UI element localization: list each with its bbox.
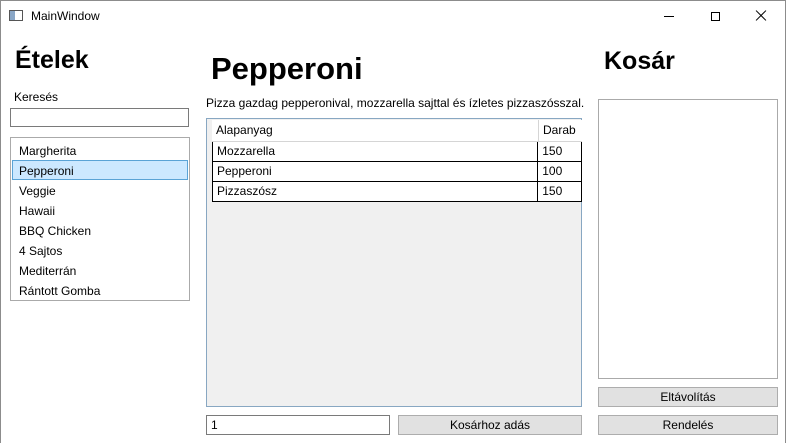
search-label: Keresés bbox=[14, 90, 59, 104]
ingredient-cell[interactable]: Mozzarella bbox=[213, 142, 539, 161]
table-row[interactable]: Pizzaszósz 150 bbox=[213, 182, 581, 202]
app-window-icon bbox=[9, 10, 23, 21]
title-bar[interactable]: MainWindow bbox=[1, 1, 785, 31]
food-list-item-selected[interactable]: Pepperoni bbox=[12, 160, 188, 180]
food-list-item[interactable]: Rántott Gomba bbox=[12, 280, 188, 300]
minimize-button[interactable] bbox=[646, 1, 692, 31]
count-cell[interactable]: 100 bbox=[538, 162, 581, 181]
ingredients-grid[interactable]: Alapanyag Darab Mozzarella 150 Pepperoni… bbox=[206, 118, 582, 407]
search-input[interactable] bbox=[10, 108, 189, 127]
minimize-icon bbox=[664, 15, 674, 17]
column-header-ingredient[interactable]: Alapanyag bbox=[212, 120, 539, 141]
foods-heading: Ételek bbox=[15, 46, 89, 74]
main-window: MainWindow Ételek Keresés Margherita Pep… bbox=[0, 0, 786, 443]
food-list-item[interactable]: Mediterrán bbox=[12, 260, 188, 280]
quantity-input[interactable] bbox=[206, 415, 390, 435]
cart-list[interactable] bbox=[598, 99, 778, 379]
window-title: MainWindow bbox=[31, 9, 100, 23]
pizza-title: Pepperoni bbox=[211, 51, 363, 86]
maximize-button[interactable] bbox=[692, 1, 738, 31]
food-list-item[interactable]: Veggie bbox=[12, 180, 188, 200]
food-list-item[interactable]: Hawaii bbox=[12, 200, 188, 220]
food-list-item[interactable]: Margherita bbox=[12, 140, 188, 160]
ingredient-cell[interactable]: Pizzaszósz bbox=[213, 182, 539, 201]
order-button[interactable]: Rendelés bbox=[598, 415, 778, 435]
table-row[interactable]: Mozzarella 150 bbox=[213, 142, 581, 162]
remove-button[interactable]: Eltávolítás bbox=[598, 387, 778, 407]
food-list-item[interactable]: BBQ Chicken bbox=[12, 220, 188, 240]
grid-header: Alapanyag Darab bbox=[212, 120, 582, 142]
column-header-count[interactable]: Darab bbox=[539, 120, 582, 141]
close-icon bbox=[755, 10, 767, 22]
add-to-cart-button[interactable]: Kosárhoz adás bbox=[398, 415, 582, 435]
count-cell[interactable]: 150 bbox=[538, 142, 581, 161]
food-list[interactable]: Margherita Pepperoni Veggie Hawaii BBQ C… bbox=[10, 137, 190, 301]
close-button[interactable] bbox=[738, 1, 784, 31]
pizza-description: Pizza gazdag pepperonival, mozzarella sa… bbox=[206, 96, 585, 110]
count-cell[interactable]: 150 bbox=[538, 182, 581, 201]
cart-heading: Kosár bbox=[604, 47, 675, 75]
ingredient-cell[interactable]: Pepperoni bbox=[213, 162, 539, 181]
maximize-icon bbox=[710, 11, 720, 21]
table-row[interactable]: Pepperoni 100 bbox=[213, 162, 581, 182]
food-list-item[interactable]: 4 Sajtos bbox=[12, 240, 188, 260]
